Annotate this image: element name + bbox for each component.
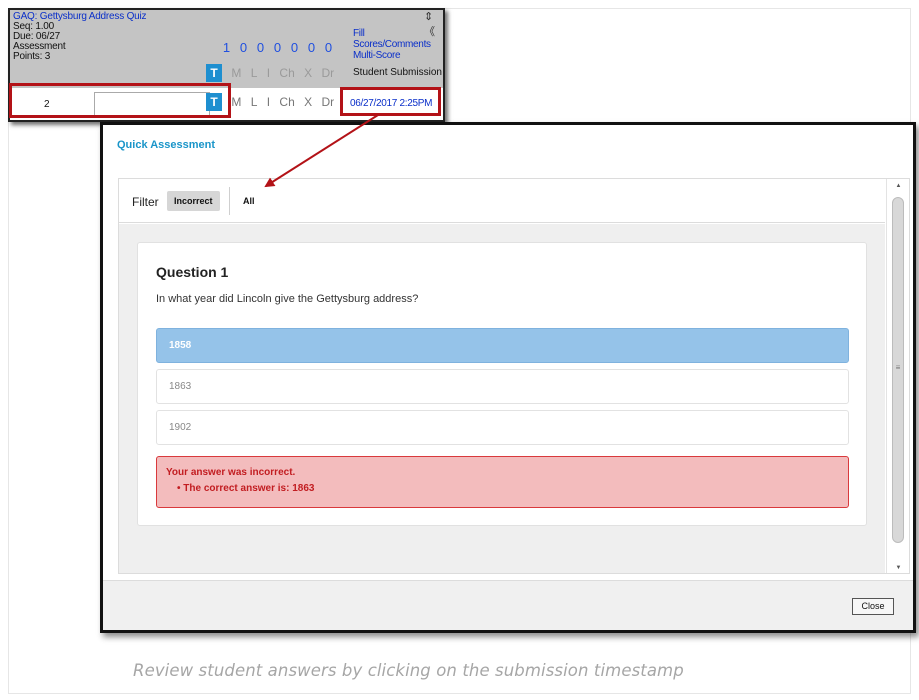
timestamp-highlight (340, 87, 441, 116)
scrollbar-thumb[interactable]: ≡ (892, 197, 904, 543)
count-missing: 0 (239, 40, 248, 55)
filter-incorrect-button[interactable]: Incorrect (167, 191, 220, 211)
figure-caption: Review student answers by clicking on th… (133, 661, 684, 680)
question-card: Question 1 In what year did Lincoln give… (137, 242, 867, 526)
count-cheated: 0 (290, 40, 299, 55)
vertical-scrollbar[interactable]: ▲ ≡ ▼ (886, 179, 909, 573)
multi-score-link[interactable]: Multi-Score (353, 50, 443, 61)
flag-x-row[interactable]: X (304, 95, 312, 109)
question-area: Question 1 In what year did Lincoln give… (119, 224, 885, 573)
flag-dr-row[interactable]: Dr (321, 95, 334, 109)
flag-t-header[interactable]: T (206, 64, 222, 82)
close-button[interactable]: Close (852, 598, 894, 615)
flag-ch-header[interactable]: Ch (279, 66, 294, 80)
modal-body: Filter Incorrect All Question 1 In what … (118, 178, 910, 574)
fill-scores-link[interactable]: Fill Scores/Comments (353, 28, 443, 50)
assignment-points: Points: 3 (13, 51, 51, 62)
count-dropped: 0 (324, 40, 333, 55)
answer-option[interactable]: 1902 (156, 410, 849, 445)
modal-footer: Close (103, 580, 913, 630)
count-incomplete: 0 (273, 40, 282, 55)
assignment-info: GAQ: Gettysburg Address Quiz Seq: 1.00 D… (13, 12, 147, 62)
filter-bar: Filter Incorrect All (119, 179, 885, 223)
score-comment-highlight (9, 83, 231, 118)
question-title: Question 1 (156, 264, 229, 280)
flag-dr-header[interactable]: Dr (321, 66, 334, 80)
student-submission-label: Student Submission (353, 67, 442, 78)
scroll-down-icon[interactable]: ▼ (887, 565, 909, 571)
answer-option[interactable]: 1863 (156, 369, 849, 404)
flag-m-header[interactable]: M (231, 66, 241, 80)
flag-l-header[interactable]: L (251, 66, 258, 80)
count-late: 0 (256, 40, 265, 55)
flag-i-row[interactable]: I (267, 95, 270, 109)
flag-x-header[interactable]: X (304, 66, 312, 80)
filter-divider (229, 187, 230, 215)
flag-i-header[interactable]: I (267, 66, 270, 80)
header-links: Fill Scores/Comments Multi-Score (353, 28, 443, 61)
filter-label: Filter (132, 195, 159, 209)
count-exempt: 0 (307, 40, 316, 55)
feedback-correct-answer: • The correct answer is: 1863 (177, 483, 315, 494)
incorrect-feedback: Your answer was incorrect. • The correct… (156, 456, 849, 508)
flag-l-row[interactable]: L (251, 95, 258, 109)
scroll-up-icon[interactable]: ▲ (887, 183, 909, 189)
grip-icon: ≡ (895, 363, 901, 372)
feedback-title: Your answer was incorrect. (166, 467, 296, 478)
question-text: In what year did Lincoln give the Gettys… (156, 293, 419, 305)
count-turned-in: 1 (222, 40, 231, 55)
modal-title: Quick Assessment (117, 139, 216, 151)
quick-assessment-modal: Quick Assessment Filter Incorrect All Qu… (100, 122, 916, 633)
flag-m-row[interactable]: M (231, 95, 241, 109)
header-flag-codes: T M L I Ch X Dr (206, 64, 340, 82)
flag-counts: 1000000 (218, 40, 337, 55)
filter-all-button[interactable]: All (236, 191, 262, 211)
answer-option-selected[interactable]: 1858 (156, 328, 849, 363)
flag-ch-row[interactable]: Ch (279, 95, 294, 109)
